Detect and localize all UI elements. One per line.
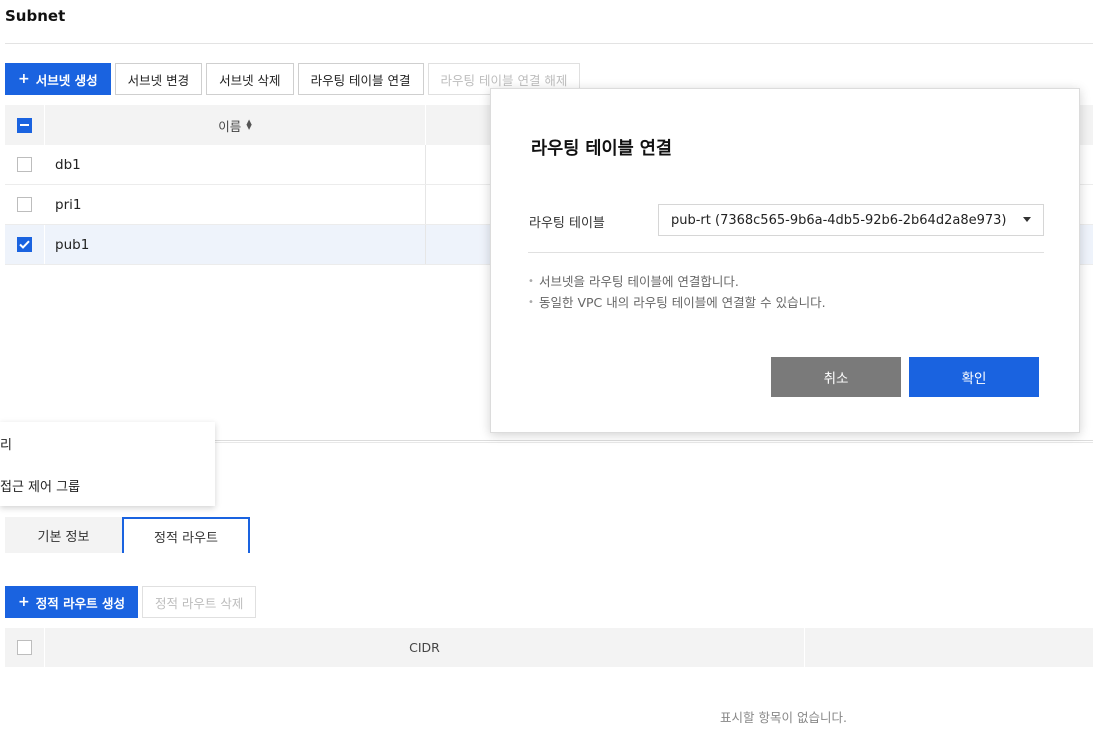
name-header-label: 이름: [218, 118, 242, 134]
subnet-name: pub1: [45, 225, 426, 264]
name-column-header[interactable]: 이름 ▲ ▼: [45, 105, 426, 145]
create-static-route-label: 정적 라우트 생성: [35, 595, 125, 611]
sort-icon[interactable]: ▲ ▼: [246, 119, 251, 131]
subnet-name: db1: [45, 145, 426, 184]
plus-icon: +: [18, 594, 30, 610]
route-table-select[interactable]: pub-rt (7368c565-9b6a-4db5-92b6-2b64d2a8…: [658, 204, 1044, 236]
empty-message: 표시할 항목이 없습니다.: [720, 710, 847, 725]
select-all-checkbox[interactable]: [17, 640, 32, 655]
row-checkbox[interactable]: [17, 157, 32, 172]
title-divider: [5, 43, 1093, 44]
dialog-divider: [528, 252, 1044, 253]
routes-toolbar: + 정적 라우트 생성 정적 라우트 삭제: [5, 586, 257, 618]
caret-down-icon: [1023, 217, 1031, 222]
delete-subnet-button[interactable]: 서브넷 삭제: [206, 63, 294, 95]
checkmark-icon: [19, 240, 30, 249]
routes-table: CIDR: [5, 628, 1093, 667]
create-static-route-button[interactable]: + 정적 라우트 생성: [5, 586, 138, 618]
confirm-button[interactable]: 확인: [909, 357, 1039, 397]
dialog-title: 라우팅 테이블 연결: [531, 139, 672, 159]
plus-icon: +: [18, 71, 30, 87]
create-subnet-button[interactable]: + 서브넷 생성: [5, 63, 111, 95]
delete-static-route-button[interactable]: 정적 라우트 삭제: [141, 586, 257, 618]
context-menu: 리 접근 제어 그룹: [0, 422, 215, 506]
help-note: 동일한 VPC 내의 라우팅 테이블에 연결할 수 있습니다.: [528, 292, 826, 313]
help-notes: 서브넷을 라우팅 테이블에 연결합니다. 동일한 VPC 내의 라우팅 테이블에…: [528, 271, 826, 313]
menu-item-access-control-group[interactable]: 접근 제어 그룹: [0, 464, 215, 506]
associate-route-table-button[interactable]: 라우팅 테이블 연결: [297, 63, 424, 95]
subnet-name: pri1: [45, 185, 426, 224]
tab-static-routes[interactable]: 정적 라우트: [122, 517, 250, 553]
panel-divider[interactable]: [215, 440, 1093, 443]
edit-subnet-button[interactable]: 서브넷 변경: [114, 63, 203, 95]
row-checkbox[interactable]: [17, 197, 32, 212]
table-header: CIDR: [5, 628, 1093, 667]
tab-basic-info[interactable]: 기본 정보: [5, 517, 122, 553]
route-table-label: 라우팅 테이블: [529, 216, 605, 231]
associate-route-table-dialog: 라우팅 테이블 연결 라우팅 테이블 pub-rt (7368c565-9b6a…: [490, 88, 1080, 433]
detail-tabs: 기본 정보 정적 라우트: [5, 517, 250, 553]
route-table-selected-value: pub-rt (7368c565-9b6a-4db5-92b6-2b64d2a8…: [671, 212, 1007, 228]
menu-item[interactable]: 리: [0, 422, 215, 464]
page-title: Subnet: [5, 7, 66, 25]
select-all-checkbox[interactable]: [17, 117, 32, 133]
row-checkbox[interactable]: [17, 237, 32, 252]
help-note: 서브넷을 라우팅 테이블에 연결합니다.: [528, 271, 826, 292]
cidr-column-header[interactable]: CIDR: [45, 628, 805, 667]
cancel-button[interactable]: 취소: [771, 357, 901, 397]
create-subnet-label: 서브넷 생성: [35, 72, 98, 88]
